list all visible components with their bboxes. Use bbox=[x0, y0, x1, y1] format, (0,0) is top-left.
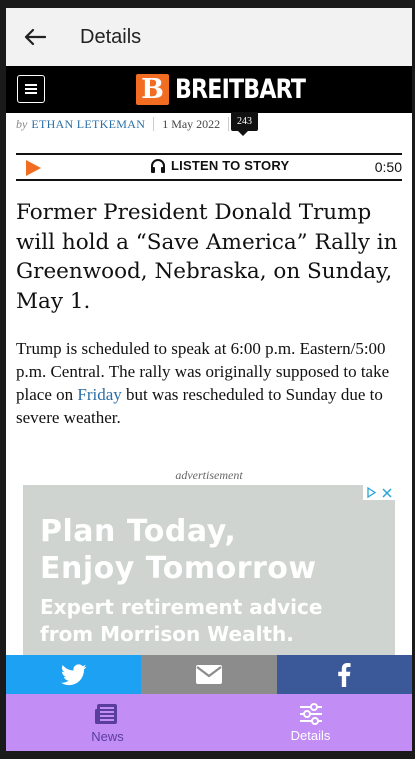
app-frame: Details B BREITBART by ETHAN LETKEMAN 1 … bbox=[6, 8, 412, 751]
ad-subtext: Expert retirement advice from Morrison W… bbox=[40, 594, 322, 648]
nav-label-details: Details bbox=[290, 727, 331, 743]
author-link[interactable]: ETHAN LETKEMAN bbox=[31, 117, 145, 132]
publish-date: 1 May 2022 bbox=[162, 116, 221, 131]
advertisement-label: advertisement bbox=[175, 468, 243, 482]
advertisement-banner[interactable]: Plan Today, Enjoy Tomorrow Expert retire… bbox=[23, 485, 395, 655]
byline-divider bbox=[153, 117, 155, 131]
nav-label-news: News bbox=[91, 728, 124, 744]
byline-divider bbox=[228, 117, 230, 131]
site-logo[interactable]: B BREITBART bbox=[136, 74, 334, 105]
logo-text: BREITBART bbox=[175, 74, 306, 105]
ad-headline-line: Enjoy Tomorrow bbox=[40, 551, 317, 586]
ad-close-icon[interactable] bbox=[379, 485, 395, 500]
facebook-icon bbox=[338, 662, 351, 687]
headphones-icon bbox=[151, 159, 165, 173]
play-icon[interactable] bbox=[26, 160, 41, 176]
menu-button[interactable] bbox=[17, 75, 45, 103]
app-bar: Details bbox=[6, 8, 412, 67]
friday-link[interactable]: Friday bbox=[77, 385, 121, 404]
page-title: Details bbox=[80, 26, 142, 48]
share-facebook-button[interactable] bbox=[276, 655, 412, 694]
article-headline: Former President Donald Trump will hold … bbox=[16, 200, 398, 314]
listen-label-text: LISTEN TO STORY bbox=[171, 158, 290, 173]
twitter-icon bbox=[60, 663, 87, 685]
ad-subtext-line: Expert retirement advice bbox=[40, 595, 323, 619]
nav-item-details[interactable]: Details bbox=[209, 694, 412, 751]
ad-controls bbox=[363, 485, 395, 500]
hamburger-icon bbox=[25, 84, 37, 94]
article-paragraph: Trump is scheduled to speak at 6:00 p.m.… bbox=[16, 337, 402, 429]
bottom-navigation: News Details bbox=[6, 694, 412, 751]
listen-to-story-bar[interactable]: LISTEN TO STORY 0:50 bbox=[16, 153, 402, 181]
share-twitter-button[interactable] bbox=[6, 655, 142, 694]
share-bar bbox=[6, 655, 412, 694]
byline: by ETHAN LETKEMAN 1 May 2022 bbox=[16, 113, 396, 135]
back-button[interactable] bbox=[20, 23, 50, 51]
listen-label: LISTEN TO STORY bbox=[150, 158, 289, 173]
site-header: B BREITBART bbox=[6, 66, 412, 113]
newspaper-icon bbox=[94, 703, 117, 724]
byline-prefix: by bbox=[16, 116, 28, 131]
ad-headline-line: Plan Today, bbox=[40, 514, 237, 549]
share-email-button[interactable] bbox=[141, 655, 277, 694]
nav-item-news[interactable]: News bbox=[6, 694, 209, 751]
ad-subtext-line: from Morrison Wealth. bbox=[40, 622, 294, 646]
ad-headline: Plan Today, Enjoy Tomorrow bbox=[40, 513, 317, 587]
adchoices-icon[interactable] bbox=[363, 485, 379, 500]
email-icon bbox=[195, 665, 222, 684]
comment-count-badge[interactable]: 243 bbox=[231, 112, 258, 136]
audio-duration: 0:50 bbox=[374, 159, 402, 175]
sliders-icon bbox=[299, 702, 322, 725]
arrow-left-icon bbox=[24, 28, 46, 46]
logo-mark: B bbox=[136, 74, 169, 105]
